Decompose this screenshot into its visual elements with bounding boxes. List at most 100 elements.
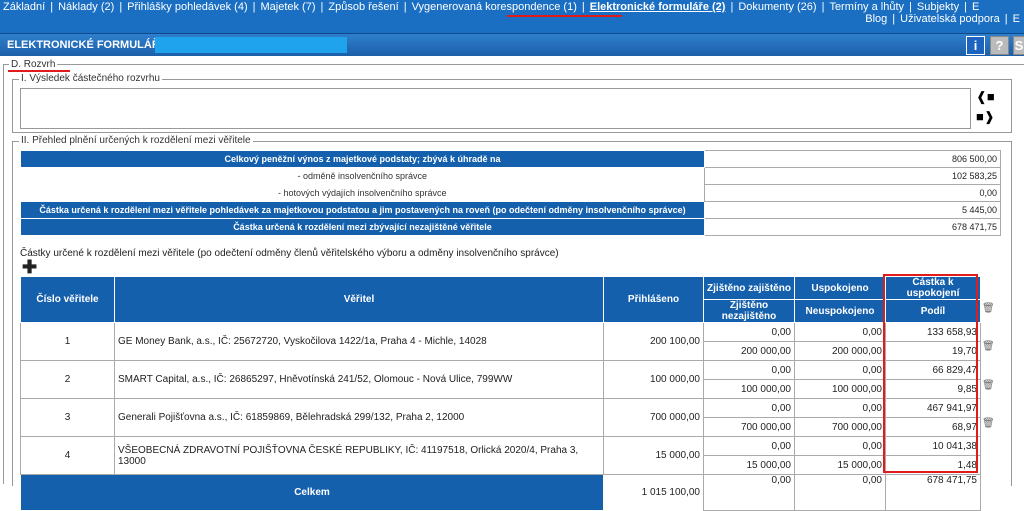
nav-separator: | <box>50 1 54 13</box>
creditor-prihlaseno: 100 000,00 <box>603 360 704 399</box>
delete-row-3-icon[interactable]: 🗑 <box>982 380 995 392</box>
nav-dokumenty[interactable]: Dokumenty (26) <box>738 1 816 13</box>
nav-separator: | <box>892 13 896 25</box>
nav-separator: | <box>909 1 912 13</box>
zajisteno-input[interactable]: 0,00 <box>703 322 795 342</box>
table-row: 1 GE Money Bank, a.s., IČ: 25672720, Vys… <box>20 322 981 361</box>
nezajisteno-input[interactable]: 100 000,00 <box>703 379 795 399</box>
nav-separator: | <box>730 1 734 13</box>
summary-row: Celkový peněžní výnos z majetkové podsta… <box>20 150 1001 168</box>
total-uspokojeno: 0,00 <box>794 474 886 511</box>
nezajisteno-input[interactable]: 15 000,00 <box>703 455 795 475</box>
zajisteno-input[interactable]: 0,00 <box>703 436 795 456</box>
summary-label: - hotových výdajích insolvenčního správc… <box>277 187 447 198</box>
neuspokojeno-input[interactable]: 100 000,00 <box>794 379 886 399</box>
uspokojeno-input[interactable]: 0,00 <box>794 360 886 380</box>
nav-majetek[interactable]: Majetek (7) <box>260 1 315 13</box>
summary-value: 678 471,75 <box>704 218 1001 236</box>
col-uspokojeno-header: Uspokojeno <box>794 276 886 300</box>
total-row: Celkem 1 015 100,00 0,00 0,00 678 471,75 <box>20 474 981 511</box>
add-row-plus-icon[interactable]: ✚ <box>22 258 37 276</box>
summary-row: Částka určená k rozdělení mezi zbývající… <box>20 218 1001 236</box>
section-legend-underline <box>8 70 70 72</box>
castka-input[interactable]: 133 658,93 <box>885 322 981 342</box>
summary-table: Celkový peněžní výnos z majetkové podsta… <box>20 150 1001 236</box>
castka-input[interactable]: 467 941,97 <box>885 398 981 418</box>
summary-label: Částka určená k rozdělení mezi zbývající… <box>20 218 705 236</box>
import-arrow-icon[interactable]: ❰■ <box>976 90 995 104</box>
uspokojeno-input[interactable]: 0,00 <box>794 398 886 418</box>
nav-subjekty[interactable]: Subjekty <box>917 1 959 13</box>
nav-zakladni[interactable]: Základní <box>3 1 45 13</box>
export-arrow-icon[interactable]: ■❱ <box>976 110 995 124</box>
summary-label: Celkový peněžní výnos z majetkové podsta… <box>20 150 705 168</box>
support-link[interactable]: Uživatelská podpora <box>900 13 1000 25</box>
distribution-caption: Částky určené k rozdělení mezi věřitele … <box>20 248 559 259</box>
nav-overflow-2[interactable]: E <box>1013 13 1020 25</box>
summary-value: 102 583,25 <box>704 167 1001 185</box>
delete-row-2-icon[interactable]: 🗑 <box>982 341 995 353</box>
zajisteno-input[interactable]: 0,00 <box>703 360 795 380</box>
summary-value: 806 500,00 <box>704 150 1001 168</box>
nav-zpusob-reseni[interactable]: Způsob řešení <box>328 1 398 13</box>
table-row: 3 Generali Pojišťovna a.s., IČ: 61859869… <box>20 398 981 437</box>
nav-separator: | <box>320 1 324 13</box>
header-row: Číslo věřitele Věřitel Přihlášeno Zjiště… <box>20 276 981 323</box>
castka-input[interactable]: 10 041,38 <box>885 436 981 456</box>
summary-row: - odměně insolvenčního správce 102 583,2… <box>21 167 1001 185</box>
uspokojeno-input[interactable]: 0,00 <box>794 436 886 456</box>
nav-naklady[interactable]: Náklady (2) <box>58 1 114 13</box>
secondary-menu: Blog | Uživatelská podpora | E <box>865 13 1020 25</box>
col-castka-header: Částka k uspokojení <box>885 276 981 300</box>
creditor-prihlaseno: 15 000,00 <box>603 436 704 475</box>
table-row: 4 VŠEOBECNÁ ZDRAVOTNÍ POJIŠŤOVNA ČESKÉ R… <box>20 436 981 475</box>
uspokojeno-input[interactable]: 0,00 <box>794 322 886 342</box>
active-tab-underline <box>507 15 622 17</box>
nav-separator: | <box>964 1 967 13</box>
creditor-prihlaseno: 700 000,00 <box>603 398 704 437</box>
zajisteno-input[interactable]: 0,00 <box>703 398 795 418</box>
logout-icon[interactable]: S <box>1013 36 1024 55</box>
col-neuspokojeno-header: Neuspokojeno <box>794 299 886 323</box>
total-label: Celkem <box>20 474 604 511</box>
delete-row-1-icon[interactable]: 🗑 <box>982 303 995 315</box>
redacted-name <box>155 37 347 53</box>
nav-overflow[interactable]: E <box>972 1 979 13</box>
castka-input[interactable]: 66 829,47 <box>885 360 981 380</box>
creditor-name: SMART Capital, a.s., IČ: 26865297, Hněvo… <box>114 360 604 399</box>
nav-prihlasky[interactable]: Přihlášky pohledávek (4) <box>127 1 247 13</box>
col-cislo-header: Číslo věřitele <box>20 276 115 323</box>
nav-korespondence[interactable]: Vygenerovaná korespondence (1) <box>412 1 577 13</box>
podil-value: 9,85 <box>885 379 981 399</box>
neuspokojeno-input[interactable]: 200 000,00 <box>794 341 886 361</box>
nav-terminy[interactable]: Termíny a lhůty <box>829 1 904 13</box>
summary-value: 0,00 <box>704 184 1001 202</box>
help-icon[interactable]: ? <box>990 36 1009 55</box>
creditor-number: 4 <box>20 436 115 475</box>
col-prihlaseno-header: Přihlášeno <box>603 276 704 323</box>
vysledek-textarea[interactable] <box>20 88 971 129</box>
nav-elektronicke-formulare[interactable]: Elektronické formuláře (2) <box>590 1 726 13</box>
neuspokojeno-input[interactable]: 700 000,00 <box>794 417 886 437</box>
page-header: ELEKTRONICKÉ FORMULÁŘE - i ? S <box>0 33 1024 56</box>
neuspokojeno-input[interactable]: 15 000,00 <box>794 455 886 475</box>
nezajisteno-input[interactable]: 200 000,00 <box>703 341 795 361</box>
creditor-number: 3 <box>20 398 115 437</box>
nezajisteno-input[interactable]: 700 000,00 <box>703 417 795 437</box>
col-podil-header: Podíl <box>885 299 981 323</box>
nav-separator: | <box>581 1 585 13</box>
podil-value: 1,48 <box>885 455 981 475</box>
delete-row-4-icon[interactable]: 🗑 <box>982 418 995 430</box>
nav-separator: | <box>403 1 407 13</box>
info-icon[interactable]: i <box>966 36 985 55</box>
part2-legend: II. Přehled plnění určených k rozdělení … <box>19 135 253 146</box>
total-zajisteno: 0,00 <box>703 474 795 511</box>
nav-separator: | <box>1004 13 1008 25</box>
summary-row: - hotových výdajích insolvenčního správc… <box>21 184 1001 202</box>
total-prihlaseno: 1 015 100,00 <box>641 487 700 499</box>
blog-link[interactable]: Blog <box>865 13 887 25</box>
section-rozvrh-legend: D. Rozvrh <box>9 59 58 70</box>
summary-row: Částka určená k rozdělení mezi věřitele … <box>20 201 1001 219</box>
creditor-name: VŠEOBECNÁ ZDRAVOTNÍ POJIŠŤOVNA ČESKÉ REP… <box>114 436 604 475</box>
part1-legend: I. Výsledek částečného rozvrhu <box>19 73 162 84</box>
